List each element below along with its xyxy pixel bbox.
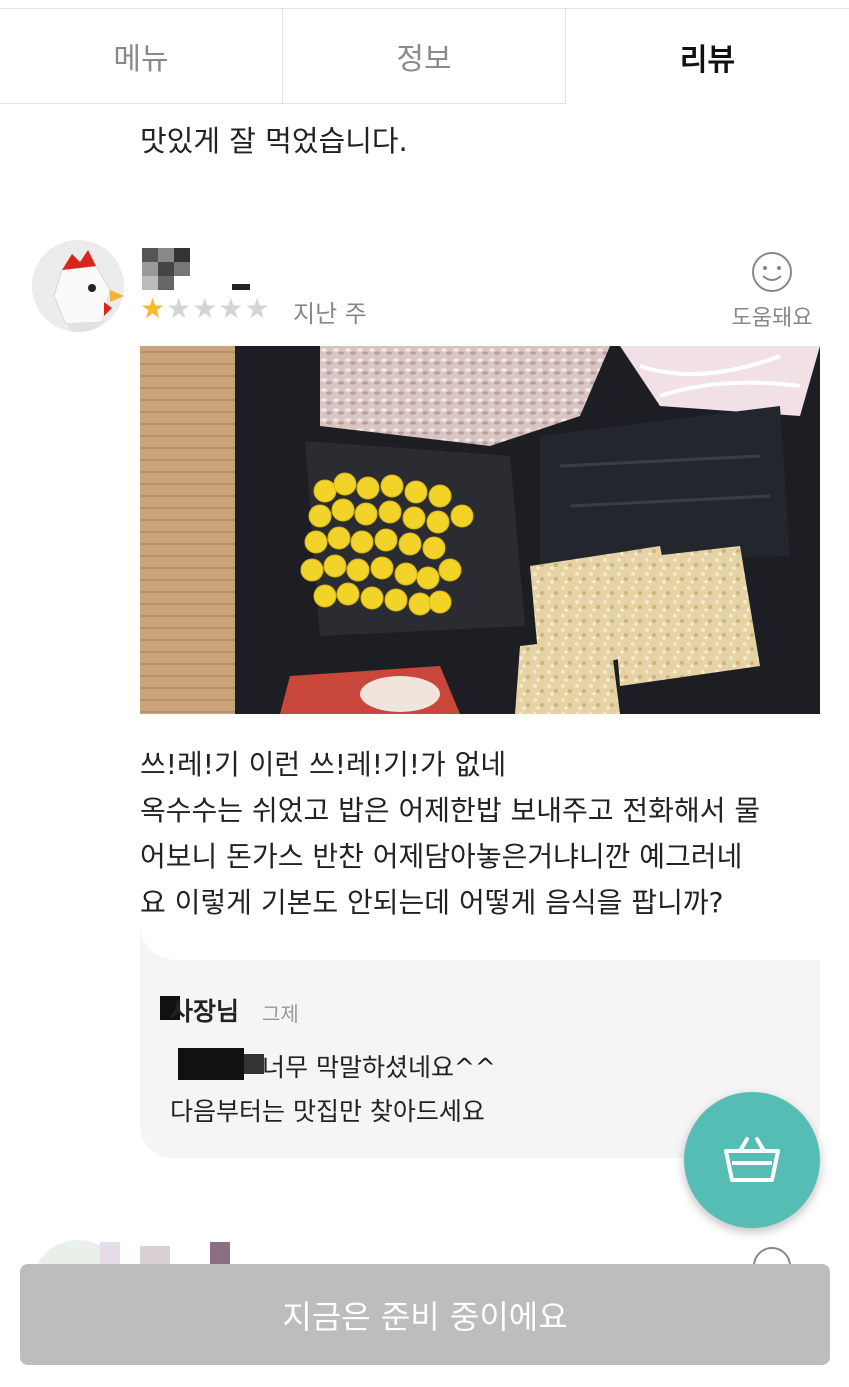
helpful-label: 도움돼요 [731,306,813,331]
smile-icon [752,252,792,292]
review-line: 어보니 돈가스 반찬 어제담아놓은거냐니깐 예그러네 [140,840,743,873]
helpful-button[interactable]: 도움돼요 [728,250,816,332]
rating-stars: ★★★★★ [140,292,271,325]
reviewer-avatar[interactable] [32,240,124,332]
reviewer-name-censored [142,248,250,290]
review-line: 쓰!레!기 이런 쓰!레!기!가 없네 [140,748,507,781]
star-icon: ★ [140,292,167,325]
previous-review-text: 맛있게 잘 먹었습니다. [140,124,408,158]
review-line: 옥수수는 쉬었고 밥은 어제한밥 보내주고 전화해서 물 [140,794,761,827]
review-photo[interactable] [140,346,820,714]
next-reviewer-name-censored [100,1242,230,1264]
review-body: 쓰!레!기 이런 쓰!레!기!가 없네 옥수수는 쉬었고 밥은 어제한밥 보내주… [140,742,820,926]
star-icon: ★ [218,292,245,325]
star-icon: ★ [244,292,271,325]
star-icon: ★ [166,292,193,325]
owner-label: 사장님 [170,997,240,1026]
smile-icon[interactable] [752,1246,792,1266]
star-icon: ★ [192,292,219,325]
tab-bar: 메뉴 정보 리뷰 [0,8,849,104]
review-line: 요 이렇게 기본도 안되는데 어떻게 음식을 팝니까? [140,886,724,919]
cart-button[interactable] [684,1092,820,1228]
order-button-disabled[interactable]: 지금은 준비 중이에요 [20,1264,830,1365]
basket-icon [724,1137,780,1182]
tab-reviews[interactable]: 리뷰 [566,8,849,104]
tab-info[interactable]: 정보 [283,8,566,104]
reply-divider [140,924,820,960]
reply-time: 그제 [262,1002,299,1026]
tab-menu[interactable]: 메뉴 [0,8,283,104]
reply-line: 다음부터는 맛집만 찾아드세요 [170,1097,485,1126]
reply-censor-block [178,1048,264,1080]
review-date: 지난 주 [293,300,367,328]
